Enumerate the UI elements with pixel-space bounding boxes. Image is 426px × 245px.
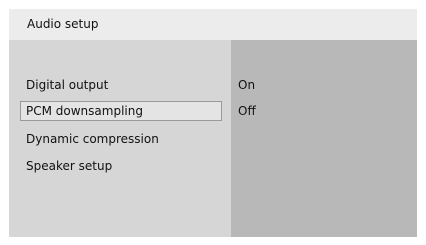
menu-item-speaker-setup[interactable]: Speaker setup bbox=[20, 156, 222, 176]
menu-item-dynamic-compression[interactable]: Dynamic compression bbox=[20, 129, 222, 149]
audio-setup-dialog: Audio setup Digital output PCM downsampl… bbox=[9, 9, 417, 237]
menu-item-pcm-downsampling[interactable]: PCM downsampling bbox=[20, 101, 222, 121]
dialog-title: Audio setup bbox=[27, 17, 99, 31]
dialog-header: Audio setup bbox=[9, 9, 417, 40]
settings-menu: Digital output PCM downsampling Dynamic … bbox=[9, 40, 231, 237]
value-pcm-downsampling: Off bbox=[238, 104, 256, 118]
value-digital-output: On bbox=[238, 78, 256, 92]
settings-value-panel: On Off bbox=[231, 40, 417, 237]
menu-item-digital-output[interactable]: Digital output bbox=[20, 75, 222, 95]
